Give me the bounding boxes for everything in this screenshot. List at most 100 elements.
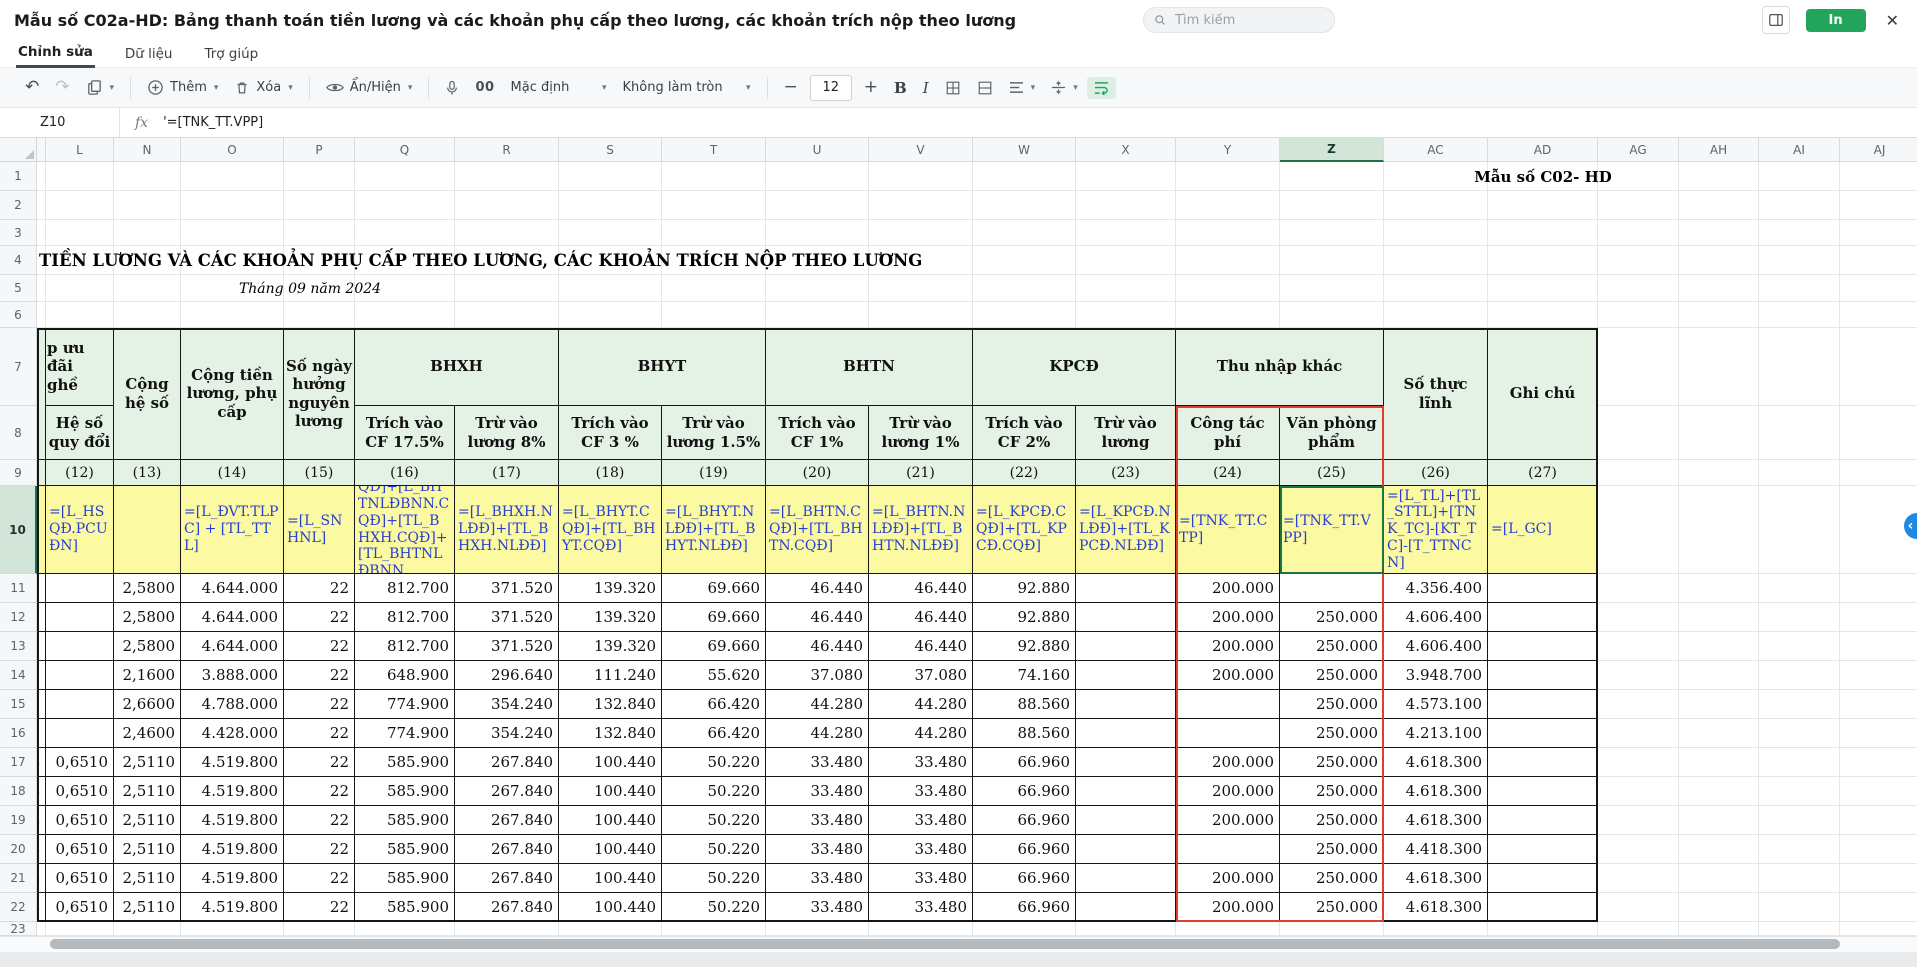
cell[interactable] — [1759, 460, 1840, 486]
cell[interactable] — [1598, 777, 1679, 806]
cell-AC14[interactable]: 3.948.700 — [1384, 661, 1488, 690]
subheader-X[interactable]: Trừ vào lương — [1076, 406, 1176, 460]
cell[interactable] — [1759, 574, 1840, 603]
cell[interactable] — [114, 162, 181, 191]
cell[interactable] — [1176, 275, 1280, 302]
cell[interactable] — [1759, 661, 1840, 690]
cell-S10[interactable]: =[L_BHYT.CQĐ]+[TL_BHYT.CQĐ] — [559, 486, 662, 574]
cell-Q21[interactable]: 585.900 — [355, 864, 455, 893]
cell[interactable] — [37, 220, 46, 246]
close-icon[interactable]: ✕ — [1882, 9, 1903, 32]
cell-X20[interactable] — [1076, 835, 1176, 864]
cell[interactable] — [1679, 603, 1759, 632]
cell[interactable] — [1076, 275, 1176, 302]
cell-S17[interactable]: 100.440 — [559, 748, 662, 777]
cell-AC22[interactable]: 4.618.300 — [1384, 893, 1488, 922]
cell-Q11[interactable]: 812.700 — [355, 574, 455, 603]
cell-K12[interactable] — [37, 603, 46, 632]
cell-Y19[interactable]: 200.000 — [1176, 806, 1280, 835]
column-header-X[interactable]: X — [1076, 138, 1176, 162]
cell-AC12[interactable]: 4.606.400 — [1384, 603, 1488, 632]
cell-S19[interactable]: 100.440 — [559, 806, 662, 835]
cell-V16[interactable]: 44.280 — [869, 719, 973, 748]
cell-W10[interactable]: =[L_KPCĐ.CQĐ]+[TL_KPCĐ.CQĐ] — [973, 486, 1076, 574]
cell-L17[interactable]: 0,6510 — [46, 748, 114, 777]
cell-T18[interactable]: 50.220 — [662, 777, 766, 806]
delete-button[interactable]: Xóa ▾ — [227, 76, 299, 100]
column-number-N[interactable]: (13) — [114, 460, 181, 486]
column-number-Z[interactable]: (25) — [1280, 460, 1384, 486]
cell-AC21[interactable]: 4.618.300 — [1384, 864, 1488, 893]
cell-T19[interactable]: 50.220 — [662, 806, 766, 835]
cell-AD18[interactable] — [1488, 777, 1598, 806]
cell-P18[interactable]: 22 — [284, 777, 355, 806]
row-header-10[interactable]: 10 — [0, 486, 37, 574]
cell[interactable] — [1488, 302, 1598, 328]
column-number-T[interactable]: (19) — [662, 460, 766, 486]
row-header-21[interactable]: 21 — [0, 864, 37, 893]
cell[interactable] — [46, 191, 114, 220]
cell-R20[interactable]: 267.840 — [455, 835, 559, 864]
menu-tab-help[interactable]: Trợ giúp — [202, 42, 260, 67]
cell-Z11[interactable] — [1280, 574, 1384, 603]
cell-AC11[interactable]: 4.356.400 — [1384, 574, 1488, 603]
cell[interactable] — [1598, 864, 1679, 893]
column-header-R[interactable]: R — [455, 138, 559, 162]
column-header-W[interactable]: W — [973, 138, 1076, 162]
cell-AD15[interactable] — [1488, 690, 1598, 719]
cell-Y15[interactable] — [1176, 690, 1280, 719]
cell-O16[interactable]: 4.428.000 — [181, 719, 284, 748]
cell-N15[interactable]: 2,6600 — [114, 690, 181, 719]
cell[interactable] — [973, 922, 1076, 936]
cell[interactable] — [37, 162, 46, 191]
cell[interactable] — [1679, 893, 1759, 922]
cell-AC19[interactable]: 4.618.300 — [1384, 806, 1488, 835]
column-header-AH[interactable]: AH — [1679, 138, 1759, 162]
cell-L18[interactable]: 0,6510 — [46, 777, 114, 806]
column-number-AC[interactable]: (26) — [1384, 460, 1488, 486]
header-O[interactable]: Cộng tiền lương, phụ cấp — [181, 328, 284, 460]
cell[interactable] — [1840, 690, 1917, 719]
cell-T20[interactable]: 50.220 — [662, 835, 766, 864]
cell[interactable] — [973, 302, 1076, 328]
header-AD[interactable]: Ghi chú — [1488, 328, 1598, 460]
column-header-AG[interactable]: AG — [1598, 138, 1679, 162]
cell-S22[interactable]: 100.440 — [559, 893, 662, 922]
cell-O21[interactable]: 4.519.800 — [181, 864, 284, 893]
cell-X12[interactable] — [1076, 603, 1176, 632]
cell[interactable] — [114, 922, 181, 936]
cell-O12[interactable]: 4.644.000 — [181, 603, 284, 632]
search-box[interactable] — [1143, 7, 1335, 33]
cell[interactable] — [1598, 719, 1679, 748]
cell[interactable] — [559, 220, 662, 246]
cell-T10[interactable]: =[L_BHYT.NLĐĐ]+[TL_BHYT.NLĐĐ] — [662, 486, 766, 574]
cell-U19[interactable]: 33.480 — [766, 806, 869, 835]
add-button[interactable]: Thêm ▾ — [140, 75, 225, 100]
cell-AD10[interactable]: =[L_GC] — [1488, 486, 1598, 574]
cell[interactable] — [114, 191, 181, 220]
cell[interactable] — [1679, 690, 1759, 719]
cell-X10[interactable]: =[L_KPCĐ.NLĐĐ]+[TL_KPCĐ.NLĐĐ] — [1076, 486, 1176, 574]
cell-V12[interactable]: 46.440 — [869, 603, 973, 632]
cell[interactable] — [1176, 191, 1280, 220]
cell[interactable] — [1840, 275, 1917, 302]
cell[interactable] — [1076, 162, 1176, 191]
cell-N21[interactable]: 2,5110 — [114, 864, 181, 893]
cell-R18[interactable]: 267.840 — [455, 777, 559, 806]
cell[interactable] — [1759, 690, 1840, 719]
cell[interactable] — [559, 191, 662, 220]
cell[interactable] — [1840, 220, 1917, 246]
cell[interactable] — [1598, 748, 1679, 777]
cell[interactable] — [284, 162, 355, 191]
cell-U10[interactable]: =[L_BHTN.CQĐ]+[TL_BHTN.CQĐ] — [766, 486, 869, 574]
cell-Z21[interactable]: 250.000 — [1280, 864, 1384, 893]
cell-AD11[interactable] — [1488, 574, 1598, 603]
cell[interactable] — [114, 302, 181, 328]
cell[interactable] — [869, 275, 973, 302]
cell[interactable] — [1598, 574, 1679, 603]
menu-tab-edit[interactable]: Chỉnh sửa — [16, 40, 95, 68]
cell-R22[interactable]: 267.840 — [455, 893, 559, 922]
cell[interactable] — [37, 922, 46, 936]
cell[interactable] — [181, 220, 284, 246]
cell-AD16[interactable] — [1488, 719, 1598, 748]
